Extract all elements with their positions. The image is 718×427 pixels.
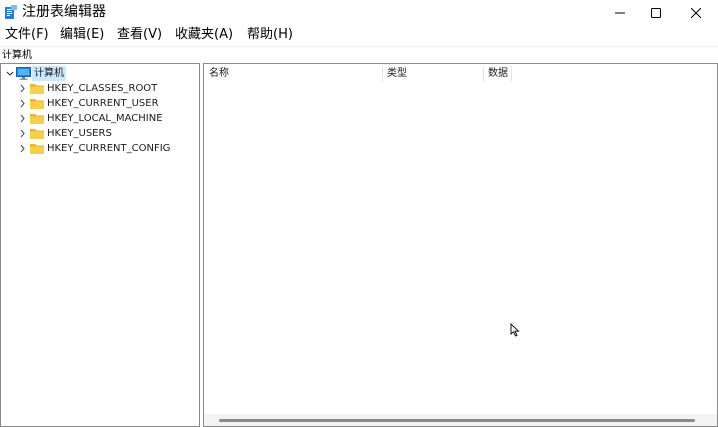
address-bar[interactable]: 计算机 [0,46,718,63]
tree-item-hkey-current-user[interactable]: HKEY_CURRENT_USER [1,96,199,111]
minimize-button[interactable] [600,0,640,25]
column-divider[interactable] [483,66,484,82]
tree-item-hkey-local-machine[interactable]: HKEY_LOCAL_MACHINE [1,111,199,126]
close-button[interactable] [676,0,716,25]
folder-icon [30,129,44,139]
chevron-right-icon[interactable] [18,81,28,96]
horizontal-scrollbar[interactable] [204,414,717,426]
column-header-data[interactable]: 数据 [488,64,508,84]
computer-icon [16,67,31,80]
tree-item-hkey-users[interactable]: HKEY_USERS [1,126,199,141]
maximize-button[interactable] [636,0,676,25]
menu-bar: 文件(F) 编辑(E) 查看(V) 收藏夹(A) 帮助(H) [0,25,718,45]
tree-item-label: 计算机 [32,66,66,81]
title-bar[interactable]: 注册表编辑器 [0,0,718,25]
folder-icon [30,144,44,154]
tree-item-label: HKEY_CURRENT_USER [47,98,159,109]
folder-icon [30,99,44,109]
menu-file[interactable]: 文件(F) [5,25,49,45]
chevron-right-icon[interactable] [18,141,28,156]
address-path: 计算机 [2,50,32,61]
menu-favorites[interactable]: 收藏夹(A) [175,25,233,45]
tree-item-label: HKEY_CLASSES_ROOT [47,83,158,94]
value-list-pane[interactable]: 名称 类型 数据 [203,63,718,427]
registry-editor-app-icon [5,5,17,19]
column-header-type[interactable]: 类型 [387,64,407,84]
menu-help[interactable]: 帮助(H) [247,25,293,45]
folder-icon [30,114,44,124]
column-header-name[interactable]: 名称 [209,64,229,84]
chevron-right-icon[interactable] [18,96,28,111]
tree-item-computer[interactable]: 计算机 [1,66,199,81]
tree-item-hkey-classes-root[interactable]: HKEY_CLASSES_ROOT [1,81,199,96]
key-tree-pane[interactable]: 计算机 HKEY_CLASSES_ROOT HKEY_CURRENT_USER … [0,63,200,427]
scrollbar-thumb[interactable] [219,419,695,422]
tree-item-label: HKEY_LOCAL_MACHINE [47,113,163,124]
menu-view[interactable]: 查看(V) [117,25,162,45]
tree-item-hkey-current-config[interactable]: HKEY_CURRENT_CONFIG [1,141,199,156]
column-divider[interactable] [382,66,383,82]
maximize-icon [651,7,661,18]
chevron-right-icon[interactable] [18,111,28,126]
column-divider[interactable] [511,66,512,82]
chevron-down-icon[interactable] [5,66,15,81]
menu-edit[interactable]: 编辑(E) [60,25,104,45]
folder-icon [30,84,44,94]
chevron-right-icon[interactable] [18,126,28,141]
close-icon [691,7,701,18]
window-title: 注册表编辑器 [22,4,106,20]
minimize-icon [615,12,625,13]
tree-item-label: HKEY_CURRENT_CONFIG [47,143,171,154]
mouse-cursor-icon [510,323,520,337]
tree-item-label: HKEY_USERS [47,128,112,139]
